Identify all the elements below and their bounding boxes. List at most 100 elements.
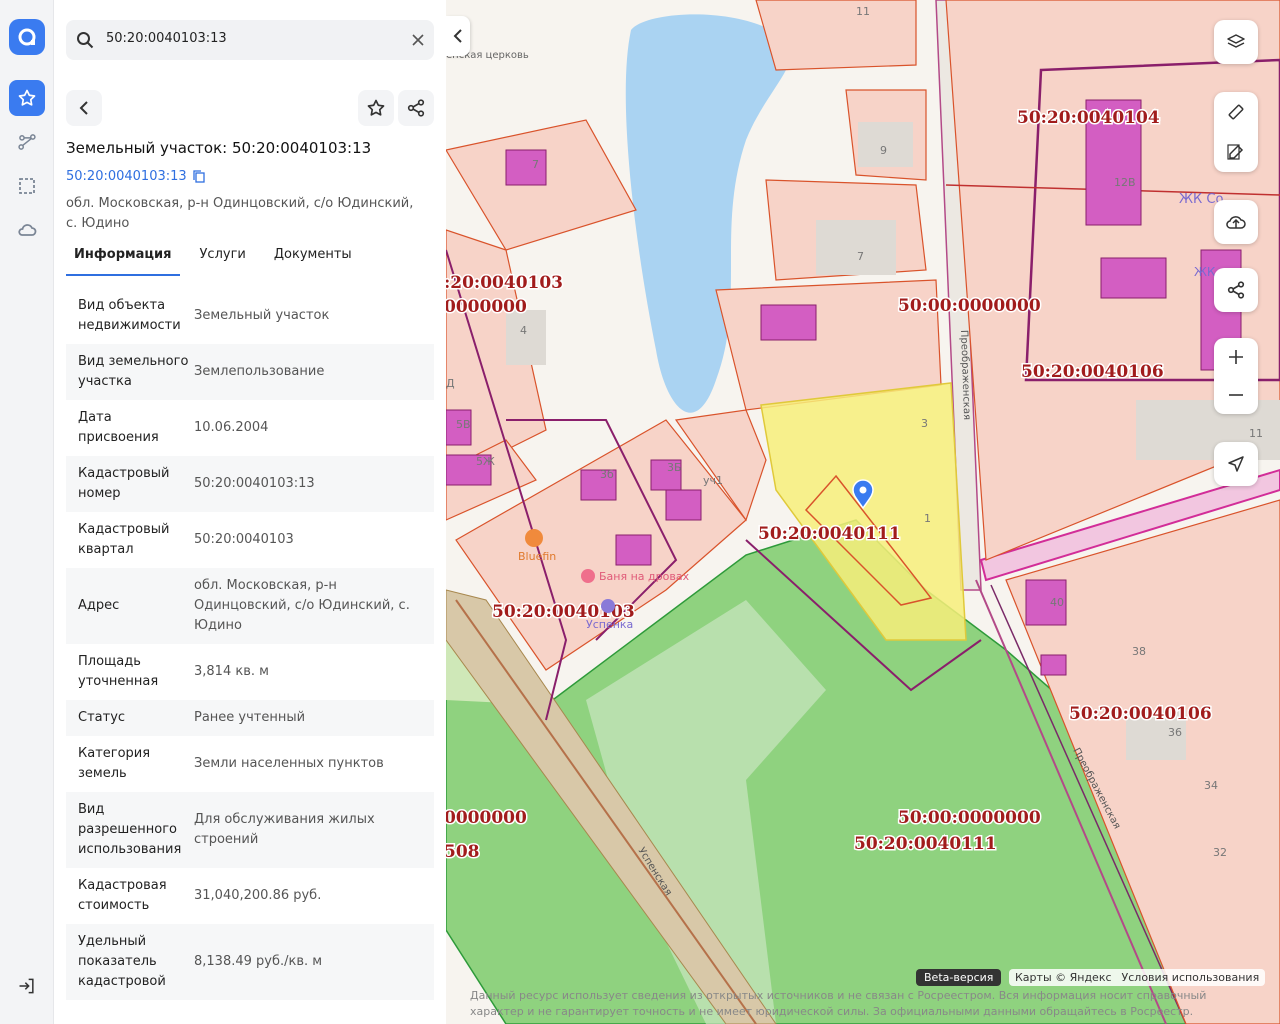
route-icon[interactable] bbox=[9, 124, 45, 160]
tab-documents[interactable]: Документы bbox=[266, 244, 360, 276]
edit-icon[interactable] bbox=[1226, 142, 1246, 162]
info-value: 8,138.49 руб./кв. м bbox=[194, 954, 323, 969]
map-canvas[interactable]: 50:20:0040111 50:20:0040111 50:00:000000… bbox=[446, 0, 1280, 1024]
info-label: Кадастровый квартал bbox=[78, 522, 170, 557]
info-row: Адрес обл. Московская, р-н Одинцовский, с… bbox=[66, 568, 434, 644]
clear-icon[interactable] bbox=[412, 34, 424, 46]
maps-copyright[interactable]: Карты © Яндекс bbox=[1015, 971, 1112, 984]
tab-info[interactable]: Информация bbox=[66, 244, 180, 276]
map-label-q0000b: 50:00:0000000 bbox=[898, 808, 1041, 828]
zoom-in-icon[interactable] bbox=[1228, 349, 1244, 365]
cadastral-map[interactable]: 50:20:0040111 50:20:0040111 50:00:000000… bbox=[446, 0, 1280, 1024]
info-row: Кадастровый квартал 50:20:0040103 bbox=[66, 512, 434, 568]
info-value: Землепользование bbox=[194, 364, 325, 379]
info-label: Площадь уточненная bbox=[78, 654, 159, 689]
info-row: Площадь уточненная 3,814 кв. м bbox=[66, 644, 434, 700]
share-button[interactable] bbox=[398, 90, 434, 126]
info-value: Земельный участок bbox=[194, 308, 330, 323]
locate-button[interactable] bbox=[1214, 442, 1258, 486]
info-label: Вид разрешенного использования bbox=[78, 802, 182, 857]
map-label-q0104: 50:20:0040104 bbox=[1017, 108, 1160, 128]
share-icon bbox=[407, 99, 425, 117]
map-label-q0000d: 0000000 bbox=[446, 808, 527, 828]
cadastral-number-text[interactable]: 50:20:0040103:13 bbox=[66, 169, 187, 184]
cloud-upload-icon bbox=[1226, 216, 1246, 229]
zoom-out-icon[interactable] bbox=[1228, 387, 1244, 403]
info-row: Кадастровый номер 50:20:0040103:13 bbox=[66, 456, 434, 512]
sauna-icon[interactable] bbox=[581, 569, 595, 583]
favorite-button[interactable] bbox=[358, 90, 394, 126]
info-row: Вид разрешенного использования Для обслуж… bbox=[66, 792, 434, 868]
info-row: Удельный показатель кадастровой 8,138.49 … bbox=[66, 924, 434, 1000]
map-label-q0106b: 50:20:0040106 bbox=[1069, 704, 1212, 724]
disclaimer-text: Данный ресурс использует сведения из отк… bbox=[470, 989, 1207, 1018]
transport-icon[interactable] bbox=[601, 599, 615, 613]
info-label: Кадастровая стоимость bbox=[78, 878, 167, 913]
info-value: 3,814 кв. м bbox=[194, 664, 269, 679]
place-bluefin[interactable]: Bluefin bbox=[518, 550, 556, 563]
map-label-q0111a: 50:20:0040111 bbox=[758, 524, 901, 544]
info-label: Удельный показатель кадастровой bbox=[78, 934, 166, 989]
tab-services[interactable]: Услуги bbox=[192, 244, 254, 276]
layers-button[interactable] bbox=[1214, 20, 1258, 64]
info-row: Дата присвоения 10.06.2004 bbox=[66, 400, 434, 456]
share-icon bbox=[1227, 281, 1245, 299]
info-label: Вид объекта недвижимости bbox=[78, 298, 181, 333]
map-label-q508: 508 bbox=[446, 842, 480, 862]
map-label-q0000c: 0000000 bbox=[446, 297, 527, 317]
house-number: 36 bbox=[1168, 726, 1182, 739]
copy-icon[interactable] bbox=[193, 170, 205, 183]
house-number: 12В bbox=[1114, 176, 1136, 189]
info-label: Вид земельного участка bbox=[78, 354, 189, 389]
map-share-button[interactable] bbox=[1214, 268, 1258, 312]
info-row: Статус Ранее учтенный bbox=[66, 700, 434, 736]
search-box[interactable]: 50:20:0040103:13 bbox=[66, 20, 434, 60]
select-area-icon[interactable] bbox=[9, 168, 45, 204]
tools-group bbox=[1214, 92, 1258, 172]
beta-badge: Beta-версия bbox=[916, 969, 1002, 986]
house-number: 32 bbox=[1213, 846, 1227, 859]
search-icon bbox=[77, 32, 94, 49]
info-value: 50:20:0040103 bbox=[194, 532, 294, 547]
info-label: Кадастровый номер bbox=[78, 466, 170, 501]
place-uspenka[interactable]: Успенка bbox=[586, 618, 633, 631]
cadastral-number-link[interactable]: 50:20:0040103:13 bbox=[66, 169, 205, 184]
ruler-icon[interactable] bbox=[1226, 102, 1246, 122]
info-table: Вид объекта недвижимости Земельный участо… bbox=[66, 288, 434, 1002]
place-zhk2[interactable]: ЖК bbox=[1194, 265, 1216, 279]
navigation-arrow-icon bbox=[1228, 456, 1244, 472]
logout-icon[interactable] bbox=[9, 968, 45, 1004]
favorites-star-icon[interactable] bbox=[9, 80, 45, 116]
parcel-panel: 50:20:0040103:13 Земельный участок: 50:2… bbox=[54, 0, 446, 1024]
page-title: Земельный участок: 50:20:0040103:13 bbox=[66, 139, 372, 157]
house-number: Д bbox=[446, 377, 455, 390]
house-number: 4 bbox=[520, 324, 527, 337]
terms-link[interactable]: Условия использования bbox=[1122, 971, 1260, 984]
place-banya[interactable]: Баня на дровах bbox=[599, 570, 690, 583]
house-number: 1 bbox=[924, 512, 931, 525]
info-row: Кадастровая стоимость 31,040,200.86 руб. bbox=[66, 868, 434, 924]
info-label: Дата присвоения bbox=[78, 410, 159, 445]
restaurant-icon[interactable] bbox=[525, 529, 543, 547]
info-label: Статус bbox=[78, 710, 126, 725]
map-attribution: Карты © Яндекс Условия использования bbox=[1009, 969, 1266, 986]
map-label-q0000a: 50:00:0000000 bbox=[898, 296, 1041, 316]
map-label-q0111b: 50:20:0040111 bbox=[854, 834, 997, 854]
left-rail bbox=[0, 0, 54, 1024]
search-input[interactable]: 50:20:0040103:13 bbox=[106, 31, 227, 46]
logo-icon[interactable] bbox=[9, 19, 45, 55]
house-number: уч1 bbox=[703, 474, 723, 487]
layers-icon bbox=[1227, 34, 1245, 48]
upload-button[interactable] bbox=[1214, 200, 1258, 244]
back-button[interactable] bbox=[66, 90, 102, 126]
house-number: 7 bbox=[532, 158, 539, 171]
cloud-icon[interactable] bbox=[9, 212, 45, 248]
house-number: 11 bbox=[1249, 427, 1263, 440]
parcel-address: обл. Московская, р-н Одинцовский, с/о Юд… bbox=[66, 196, 414, 231]
house-number: 38 bbox=[1132, 645, 1146, 658]
house-number: 5В bbox=[456, 418, 471, 431]
collapse-panel-button[interactable] bbox=[446, 16, 470, 56]
house-number: 11 bbox=[856, 5, 870, 18]
house-number: 5Ж bbox=[476, 455, 495, 468]
info-row: Категория земель Земли населенных пунктов bbox=[66, 736, 434, 792]
